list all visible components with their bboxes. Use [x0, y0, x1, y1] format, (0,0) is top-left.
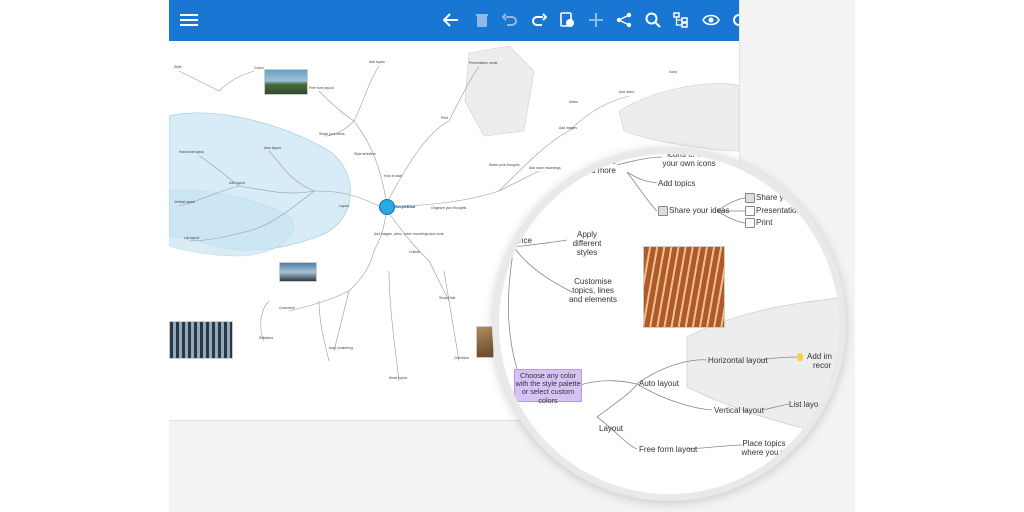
- small-node[interactable]: Colors: [254, 66, 264, 70]
- mag-auto-layout[interactable]: Auto layout: [639, 379, 679, 388]
- mag-customise[interactable]: Customise topics, lines and elements: [567, 277, 619, 304]
- settings-icon[interactable]: [727, 8, 739, 32]
- small-node[interactable]: Add topics: [369, 60, 385, 64]
- small-node[interactable]: Add images: [559, 126, 577, 130]
- mag-checkbox-1[interactable]: [745, 193, 755, 203]
- small-node[interactable]: Checkbox: [454, 356, 469, 360]
- lightbulb-icon: [797, 353, 803, 361]
- branch-organize[interactable]: Organize your thoughts: [431, 206, 466, 210]
- mag-more-label: and more: [582, 166, 616, 175]
- small-node[interactable]: Auto layout: [264, 146, 281, 150]
- toolbar: [169, 0, 739, 41]
- mag-nce-label: nce: [519, 236, 532, 245]
- redo-icon[interactable]: [527, 8, 551, 32]
- mag-vertical-layout[interactable]: Vertical layout: [714, 406, 764, 415]
- magnifier-loupe: , voice and more icons or add your own i…: [492, 147, 846, 501]
- mag-checkbox-3[interactable]: [745, 218, 755, 228]
- small-node[interactable]: Print: [441, 116, 448, 120]
- color-palette-callout[interactable]: Choose any color with the style palette …: [514, 369, 582, 404]
- small-node[interactable]: Vertical layout: [174, 200, 195, 204]
- trash-icon[interactable]: [470, 8, 494, 32]
- small-node[interactable]: List layout: [184, 236, 199, 240]
- mag-layout[interactable]: Layout: [599, 424, 623, 433]
- small-node[interactable]: Show Hide: [439, 296, 455, 300]
- small-node[interactable]: Relations: [259, 336, 273, 340]
- menu-icon[interactable]: [177, 8, 201, 32]
- mag-icons-label[interactable]: icons or add your own icons: [659, 154, 719, 168]
- mag-apply-styles[interactable]: Apply different styles: [562, 230, 612, 257]
- small-node[interactable]: Add video: [619, 90, 634, 94]
- small-node[interactable]: Icons: [669, 70, 677, 74]
- branch-add-images[interactable]: Add images, video, voice recordings and …: [374, 232, 444, 236]
- small-node[interactable]: Free form layout: [309, 86, 334, 90]
- bridge-image[interactable]: [169, 321, 233, 359]
- mag-share-sub-1[interactable]: Share yo: [756, 193, 788, 202]
- central-topic-node[interactable]: [379, 199, 395, 215]
- small-node[interactable]: Auto numbering: [329, 346, 353, 350]
- mag-free-form[interactable]: Free form layout: [639, 445, 697, 454]
- small-node[interactable]: Customize: [279, 306, 295, 310]
- small-node[interactable]: Share your ideas: [319, 132, 345, 136]
- central-topic-label: SimpleMind: [395, 205, 416, 209]
- small-node[interactable]: Add layout: [229, 181, 245, 185]
- mag-checkbox-share[interactable]: [658, 206, 668, 216]
- mag-add-topics[interactable]: Add topics: [658, 179, 695, 188]
- mag-interior-image[interactable]: [643, 246, 725, 328]
- mag-horizontal-layout[interactable]: Horizontal layout: [708, 356, 768, 365]
- branch-layout[interactable]: Layout: [339, 204, 349, 208]
- city-image[interactable]: [279, 262, 317, 282]
- mag-place-topics[interactable]: Place topics where you w: [740, 439, 788, 457]
- back-arrow-icon[interactable]: [439, 8, 463, 32]
- undo-icon[interactable]: [498, 8, 522, 32]
- mag-list-layout[interactable]: List layo: [789, 400, 818, 409]
- small-node[interactable]: Notes: [569, 100, 578, 104]
- mag-share-sub-2[interactable]: Presentation: [756, 206, 801, 215]
- mag-share-ideas[interactable]: Share your ideas: [669, 206, 729, 215]
- branch-how-to-start[interactable]: How to start: [384, 174, 402, 178]
- view-icon[interactable]: [699, 8, 723, 32]
- add-icon[interactable]: [584, 8, 608, 32]
- style-icon[interactable]: [555, 8, 579, 32]
- small-node[interactable]: Outline: [409, 250, 420, 254]
- mag-checkbox-2[interactable]: [745, 206, 755, 216]
- mag-voice-label: , voice: [593, 157, 617, 166]
- small-node[interactable]: Move topics: [389, 376, 407, 380]
- small-node[interactable]: Horizontal layout: [179, 150, 204, 154]
- share-icon[interactable]: [612, 8, 636, 32]
- mag-record: recor: [813, 361, 832, 370]
- small-node[interactable]: Style: [174, 65, 182, 69]
- mag-share-sub-3[interactable]: Print: [756, 218, 772, 227]
- layout-icon[interactable]: [669, 8, 693, 32]
- branch-style[interactable]: Style selection: [354, 152, 376, 156]
- small-node[interactable]: Presentation mode: [469, 61, 497, 65]
- mag-add-images[interactable]: Add im: [807, 352, 832, 361]
- search-icon[interactable]: [641, 8, 665, 32]
- landscape-image[interactable]: [264, 69, 308, 95]
